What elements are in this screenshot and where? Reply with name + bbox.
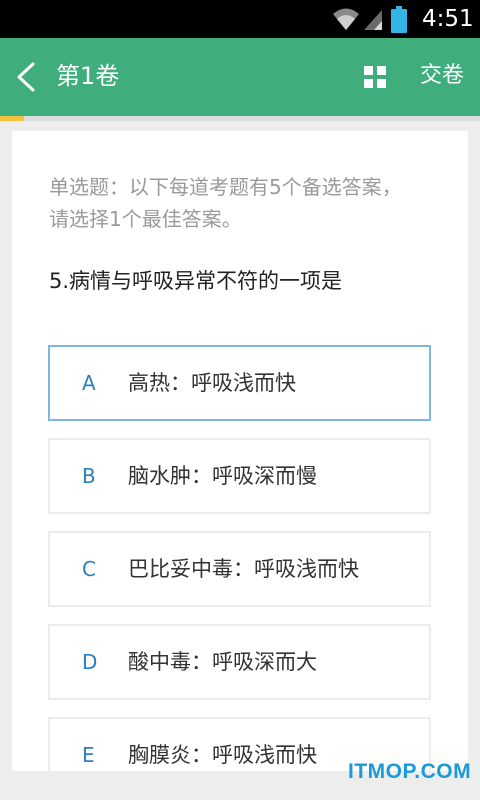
question-text: 5.病情与呼吸异常不符的一项是 [49, 269, 343, 293]
grid-icon[interactable] [364, 66, 386, 88]
battery-icon [391, 6, 407, 33]
option-text: 脑水肿：呼吸深而慢 [128, 464, 317, 488]
option-c[interactable]: C 巴比妥中毒：呼吸浅而快 [48, 531, 431, 607]
wifi-icon [333, 8, 359, 30]
back-arrow-icon[interactable] [14, 62, 40, 92]
status-bar: 4:51 [0, 0, 480, 38]
option-letter: D [82, 650, 98, 674]
progress-fill [0, 116, 24, 121]
option-text: 酸中毒：呼吸深而大 [128, 650, 317, 674]
site-watermark: ITMOP.COM [348, 760, 472, 783]
progress-bar [0, 116, 480, 121]
option-letter: B [82, 464, 96, 488]
option-text: 巴比妥中毒：呼吸浅而快 [128, 557, 359, 581]
submit-exam-button[interactable]: 交卷 [420, 60, 464, 92]
question-instruction: 单选题：以下每道考题有5个备选答案，请选择1个最佳答案。 [49, 175, 402, 231]
option-d[interactable]: D 酸中毒：呼吸深而大 [48, 624, 431, 700]
option-text: 胸膜炎：呼吸浅而快 [128, 743, 317, 767]
option-b[interactable]: B 脑水肿：呼吸深而慢 [48, 438, 431, 514]
option-a[interactable]: A 高热：呼吸浅而快 [48, 345, 431, 421]
signal-icon [364, 10, 382, 30]
option-letter: E [82, 743, 95, 767]
page-title: 第1卷 [56, 62, 120, 90]
option-letter: A [82, 371, 96, 395]
status-time: 4:51 [422, 6, 474, 32]
option-letter: C [82, 557, 96, 581]
app-bar: 第1卷 交卷 [0, 38, 480, 116]
question-card: 单选题：以下每道考题有5个备选答案，请选择1个最佳答案。 5.病情与呼吸异常不符… [12, 131, 468, 771]
option-text: 高热：呼吸浅而快 [128, 371, 296, 395]
